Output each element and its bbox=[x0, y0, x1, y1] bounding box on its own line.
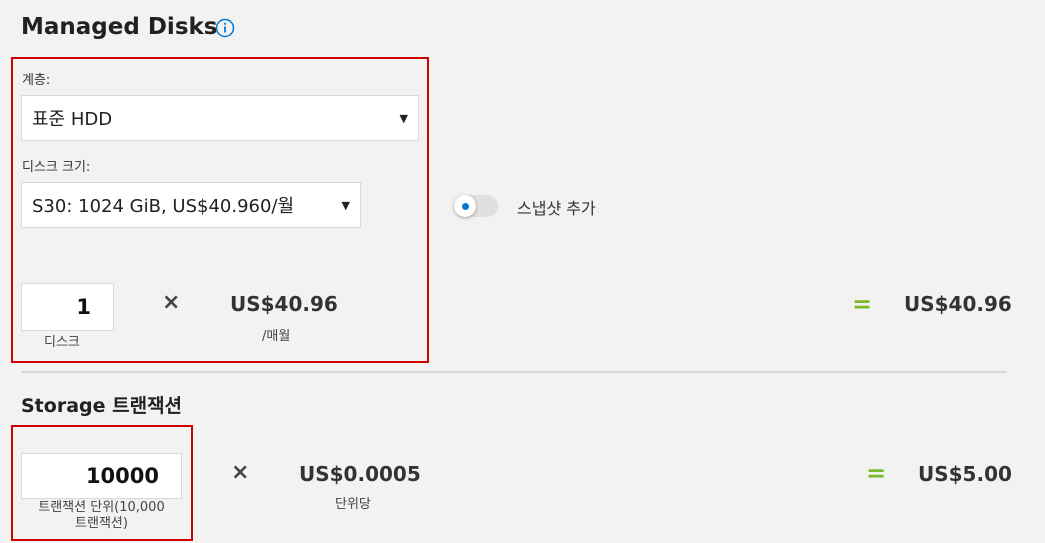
multiply-icon: × bbox=[162, 290, 181, 315]
multiply-icon: × bbox=[231, 460, 250, 485]
managed-disks-title: Managed Disks bbox=[21, 14, 218, 40]
equals-icon: = bbox=[852, 290, 873, 318]
snapshot-toggle[interactable] bbox=[454, 195, 498, 217]
section-divider bbox=[21, 371, 1007, 373]
transaction-unit-price: US$0.0005 bbox=[299, 462, 421, 486]
transaction-quantity-input[interactable]: 10000 bbox=[21, 453, 182, 499]
tier-select[interactable]: 표준 HDD ▼ bbox=[21, 95, 419, 141]
equals-icon: = bbox=[866, 459, 887, 487]
toggle-knob bbox=[454, 195, 476, 217]
transaction-quantity-unit: 트랜잭션 단위(10,000 트랜잭션) bbox=[21, 500, 182, 532]
disk-total-price: US$40.96 bbox=[904, 292, 1012, 316]
info-icon[interactable] bbox=[215, 18, 235, 38]
transaction-total-price: US$5.00 bbox=[918, 462, 1012, 486]
storage-transactions-title: Storage 트랜잭션 bbox=[21, 395, 183, 417]
caret-down-icon: ▼ bbox=[341, 198, 350, 212]
caret-down-icon: ▼ bbox=[399, 111, 408, 125]
disk-unit-price: US$40.96 bbox=[230, 292, 338, 316]
tier-label: 계층: bbox=[22, 73, 51, 88]
disk-size-select-value: S30: 1024 GiB, US$40.960/월 bbox=[32, 196, 295, 217]
transaction-unit-line2: 트랜잭션) bbox=[75, 516, 128, 531]
disk-quantity-input[interactable]: 1 bbox=[21, 283, 114, 331]
disk-size-select[interactable]: S30: 1024 GiB, US$40.960/월 ▼ bbox=[21, 182, 361, 228]
transaction-unit-line1: 트랜잭션 단위(10,000 bbox=[38, 500, 165, 515]
disk-unit-price-period: /매월 bbox=[262, 329, 291, 344]
transaction-unit-price-period: 단위당 bbox=[335, 497, 371, 512]
snapshot-label: 스냅샷 추가 bbox=[517, 199, 596, 218]
disk-quantity-unit: 디스크 bbox=[44, 335, 80, 350]
toggle-dot-icon bbox=[461, 202, 469, 210]
disk-size-label: 디스크 크기: bbox=[22, 160, 91, 175]
tier-select-value: 표준 HDD bbox=[32, 109, 113, 130]
